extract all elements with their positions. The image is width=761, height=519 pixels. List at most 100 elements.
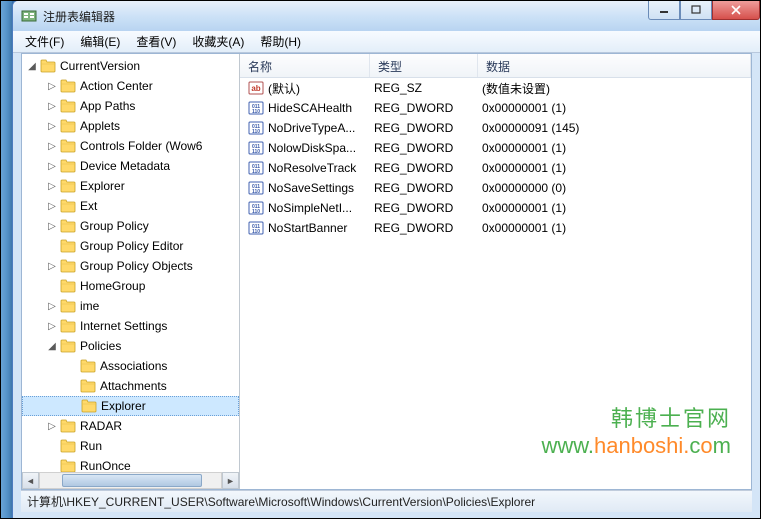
folder-icon [60,439,76,453]
folder-icon [60,159,76,173]
tree-item[interactable]: ▷HomeGroup [22,276,239,296]
tree-item[interactable]: ▷Group Policy Editor [22,236,239,256]
titlebar[interactable]: 注册表编辑器 [13,1,760,31]
scroll-thumb[interactable] [62,474,202,487]
expander-icon[interactable]: ◢ [46,340,58,352]
list-row[interactable]: NolowDiskSpa...REG_DWORD0x00000001 (1) [240,138,751,158]
menu-edit[interactable]: 编辑(E) [72,31,128,52]
tree-item[interactable]: ▷Group Policy Objects [22,256,239,276]
expander-icon[interactable]: ▷ [46,220,58,232]
window-controls [648,0,760,20]
tree-pane: ◢CurrentVersion▷Action Center▷App Paths▷… [22,54,240,489]
cell-type: REG_SZ [370,81,478,95]
folder-icon [80,359,96,373]
folder-icon [60,279,76,293]
folder-icon [81,399,97,413]
statusbar: 计算机\HKEY_CURRENT_USER\Software\Microsoft… [21,490,752,512]
expander-icon[interactable]: ▷ [46,100,58,112]
app-icon [21,8,37,24]
column-header-type[interactable]: 类型 [370,54,478,77]
list-row[interactable]: HideSCAHealthREG_DWORD0x00000001 (1) [240,98,751,118]
cell-name: NoStartBanner [244,220,370,236]
dword-value-icon [248,180,264,196]
expander-icon[interactable]: ▷ [46,420,58,432]
cell-data: 0x00000001 (1) [478,201,747,215]
menu-help[interactable]: 帮助(H) [252,31,309,52]
dword-value-icon [248,120,264,136]
scroll-left-arrow[interactable]: ◄ [22,472,39,489]
column-header-name[interactable]: 名称 [240,54,370,77]
list-row[interactable]: NoSaveSettingsREG_DWORD0x00000000 (0) [240,178,751,198]
tree-item[interactable]: ▷ime [22,296,239,316]
expander-icon[interactable]: ▷ [46,180,58,192]
tree-item[interactable]: ▷RADAR [22,416,239,436]
folder-icon [60,99,76,113]
expander-icon[interactable]: ▷ [46,200,58,212]
tree-item[interactable]: ▷Attachments [22,376,239,396]
cell-data: 0x00000001 (1) [478,141,747,155]
close-button[interactable] [712,0,760,20]
tree-item[interactable]: ▷Run [22,436,239,456]
folder-icon [40,59,56,73]
tree-item[interactable]: ▷App Paths [22,96,239,116]
scroll-track[interactable] [39,472,222,489]
cell-name: NoDriveTypeA... [244,120,370,136]
list-row[interactable]: NoStartBannerREG_DWORD0x00000001 (1) [240,218,751,238]
expander-icon[interactable]: ▷ [46,160,58,172]
minimize-button[interactable] [648,0,680,20]
column-header-data[interactable]: 数据 [478,54,751,77]
expander-icon[interactable]: ▷ [46,260,58,272]
statusbar-path: 计算机\HKEY_CURRENT_USER\Software\Microsoft… [27,493,535,510]
list-header: 名称 类型 数据 [240,54,751,78]
expander-icon[interactable]: ▷ [46,320,58,332]
tree-item[interactable]: ▷Group Policy [22,216,239,236]
cell-data: 0x00000001 (1) [478,101,747,115]
list-row[interactable]: NoDriveTypeA...REG_DWORD0x00000091 (145) [240,118,751,138]
list-row[interactable]: NoResolveTrackREG_DWORD0x00000001 (1) [240,158,751,178]
tree-item[interactable]: ▷Associations [22,356,239,376]
cell-data: 0x00000001 (1) [478,221,747,235]
cell-type: REG_DWORD [370,161,478,175]
watermark-line1: 韩博士官网 [541,401,731,433]
menu-favorites[interactable]: 收藏夹(A) [184,31,252,52]
expander-icon[interactable]: ▷ [46,140,58,152]
dword-value-icon [248,200,264,216]
cell-name: NolowDiskSpa... [244,140,370,156]
menu-view[interactable]: 查看(V) [128,31,184,52]
watermark: 韩博士官网 www.hanboshi.com [541,401,731,459]
tree-item[interactable]: ▷Ext [22,196,239,216]
expander-icon[interactable]: ▷ [46,300,58,312]
watermark-line2: www.hanboshi.com [541,433,731,459]
dword-value-icon [248,100,264,116]
dword-value-icon [248,220,264,236]
tree-item[interactable]: ▷Internet Settings [22,316,239,336]
tree-item[interactable]: ▷Controls Folder (Wow6 [22,136,239,156]
tree-item[interactable]: ▷Applets [22,116,239,136]
tree-item-root[interactable]: ◢CurrentVersion [22,56,239,76]
cell-data: 0x00000001 (1) [478,161,747,175]
folder-icon [60,199,76,213]
list-row[interactable]: (默认)REG_SZ(数值未设置) [240,78,751,98]
tree-horizontal-scrollbar[interactable]: ◄ ► [22,472,239,489]
cell-type: REG_DWORD [370,201,478,215]
tree-item[interactable]: ▷Action Center [22,76,239,96]
menu-file[interactable]: 文件(F) [17,31,72,52]
list-row[interactable]: NoSimpleNetI...REG_DWORD0x00000001 (1) [240,198,751,218]
folder-icon [60,319,76,333]
expander-icon[interactable]: ▷ [46,120,58,132]
list-pane: 名称 类型 数据 (默认)REG_SZ(数值未设置)HideSCAHealthR… [240,54,751,489]
tree-item[interactable]: ▷Device Metadata [22,156,239,176]
maximize-button[interactable] [680,0,712,20]
scroll-right-arrow[interactable]: ► [222,472,239,489]
tree-item[interactable]: ▷Explorer [22,396,239,416]
expander-icon[interactable]: ◢ [26,60,38,72]
tree-item-policies[interactable]: ◢Policies [22,336,239,356]
cell-name: HideSCAHealth [244,100,370,116]
expander-icon[interactable]: ▷ [46,80,58,92]
cell-name: NoSaveSettings [244,180,370,196]
folder-icon [60,259,76,273]
cell-data: 0x00000091 (145) [478,121,747,135]
cell-data: (数值未设置) [478,80,747,97]
cell-type: REG_DWORD [370,221,478,235]
tree-item[interactable]: ▷Explorer [22,176,239,196]
